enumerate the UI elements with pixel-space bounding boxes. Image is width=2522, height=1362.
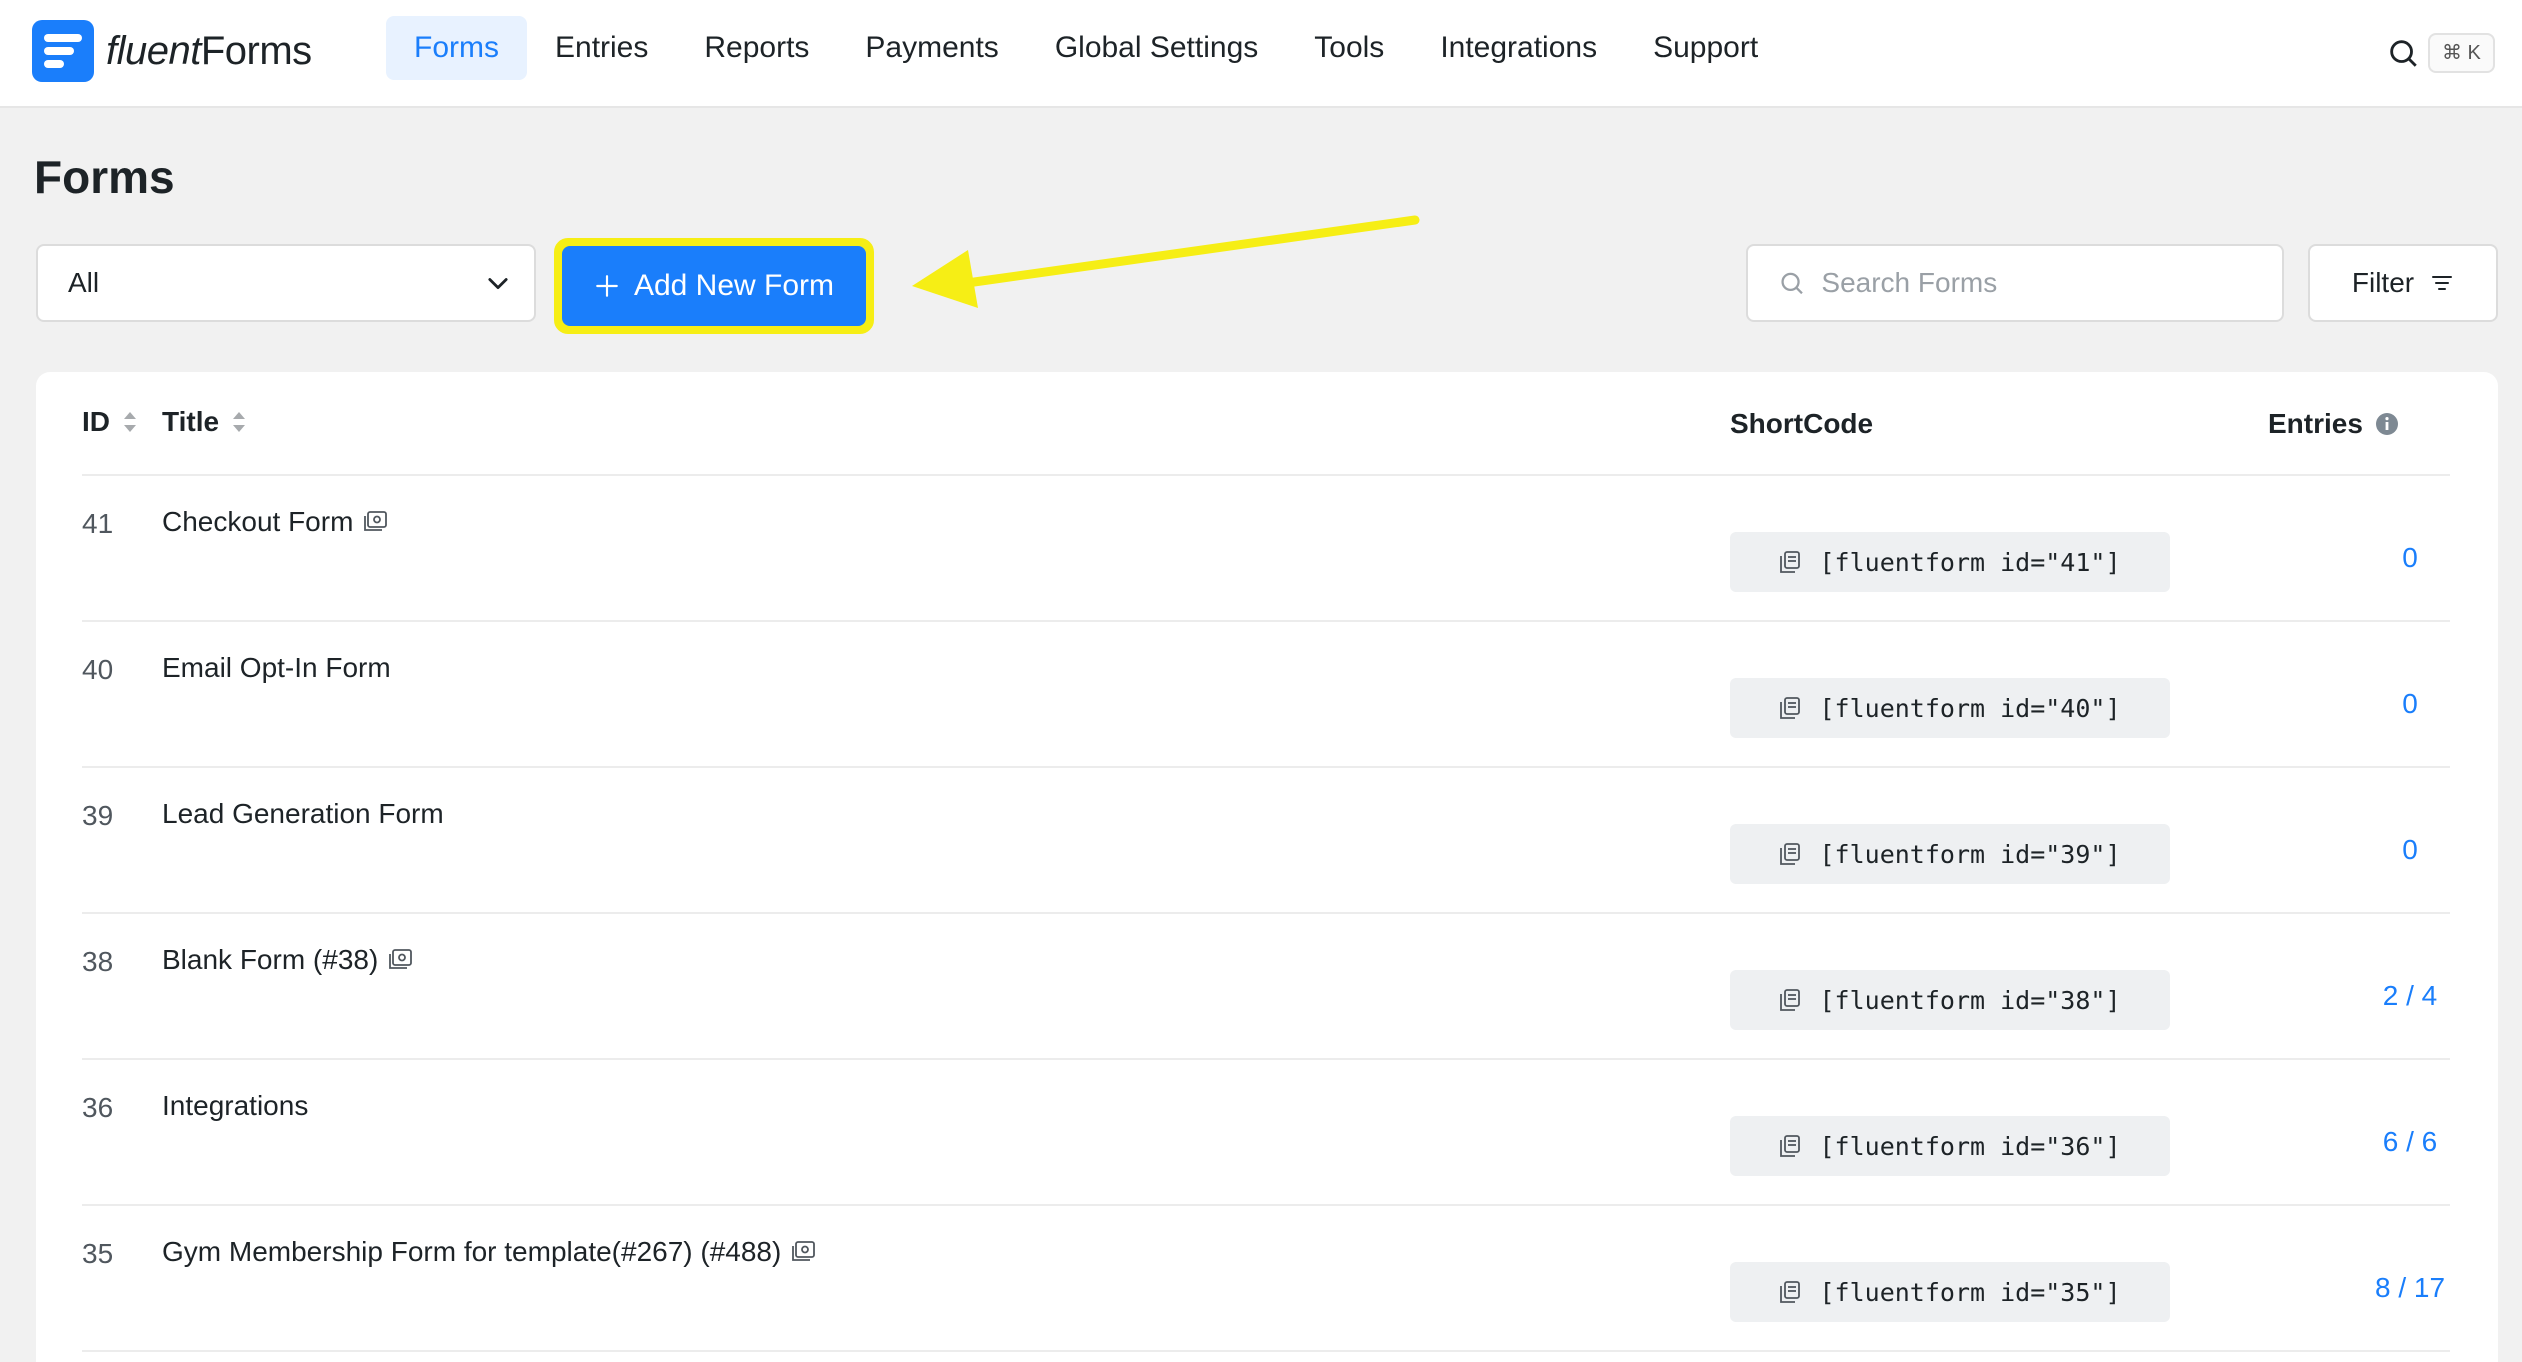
filter-button[interactable]: Filter	[2308, 244, 2498, 322]
form-id: 40	[82, 654, 114, 685]
copy-icon	[1780, 843, 1801, 865]
nav-item-reports[interactable]: Reports	[676, 16, 837, 80]
copy-icon	[1780, 989, 1801, 1011]
copy-shortcode-button[interactable]: [fluentform id="38"]	[1730, 970, 2170, 1030]
nav-item-forms[interactable]: Forms	[386, 16, 527, 80]
nav-item-integrations[interactable]: Integrations	[1412, 16, 1625, 80]
copy-shortcode-button[interactable]: [fluentform id="41"]	[1730, 532, 2170, 592]
form-title-cell[interactable]: Checkout Form	[162, 506, 389, 538]
info-icon[interactable]	[2375, 412, 2399, 436]
form-id: 39	[82, 800, 114, 831]
fluentforms-logo[interactable]: fluentForms	[32, 20, 312, 82]
entries-count-link[interactable]: 0	[2282, 542, 2522, 574]
sort-icon	[233, 412, 246, 432]
filter-label: Filter	[2351, 267, 2415, 298]
entries-count-link[interactable]: 2 / 4	[2282, 980, 2522, 1012]
entries-count-link[interactable]: 6 / 6	[2282, 1126, 2522, 1158]
form-title[interactable]: Email Opt-In Form	[162, 652, 391, 684]
fluentforms-logo-icon	[32, 20, 94, 82]
table-row[interactable]: 36 Integrations [fluentform id="36"] 6 /…	[82, 1060, 2450, 1206]
form-title[interactable]: Blank Form (#38)	[162, 944, 378, 976]
nav-item-payments[interactable]: Payments	[837, 16, 1026, 80]
nav-item-support[interactable]: Support	[1625, 16, 1786, 80]
entries-count-link[interactable]: 0	[2282, 834, 2522, 866]
shortcode-text: [fluentform id="38"]	[1819, 985, 2121, 1015]
table-row[interactable]: 35 Gym Membership Form for template(#267…	[82, 1206, 2450, 1352]
column-header-shortcode: ShortCode	[1730, 408, 1874, 439]
table-row[interactable]: 40 Email Opt-In Form [fluentform id="40"…	[82, 622, 2450, 768]
shortcode-text: [fluentform id="40"]	[1819, 693, 2121, 723]
conversational-form-icon	[389, 949, 413, 969]
conversational-form-icon	[792, 1241, 816, 1261]
logo-text: fluentForms	[106, 28, 312, 73]
column-header-entries: Entries	[2268, 408, 2399, 440]
nav-item-entries[interactable]: Entries	[527, 16, 676, 80]
form-title[interactable]: Checkout Form	[162, 506, 353, 538]
global-search-trigger[interactable]: ⌘ K	[2386, 32, 2495, 74]
shortcode-text: [fluentform id="39"]	[1819, 839, 2121, 869]
search-icon	[2390, 40, 2417, 67]
copy-icon	[1780, 1281, 1801, 1303]
shortcode-text: [fluentform id="36"]	[1819, 1131, 2121, 1161]
nav-item-global-settings[interactable]: Global Settings	[1027, 16, 1286, 80]
table-row[interactable]: 38 Blank Form (#38) [fluentform id="38"]…	[82, 914, 2450, 1060]
page-title: Forms	[34, 151, 175, 203]
form-id: 38	[82, 946, 114, 977]
table-row[interactable]: 39 Lead Generation Form [fluentform id="…	[82, 768, 2450, 914]
form-type-select-value: All	[68, 267, 100, 298]
form-id: 41	[82, 508, 114, 539]
add-new-form-label: Add New Form	[633, 269, 835, 302]
table-header: ID Title ShortCode Entries	[82, 372, 2450, 476]
form-title[interactable]: Lead Generation Form	[162, 798, 444, 830]
forms-table-card: ID Title ShortCode Entries 41 Checkout F…	[36, 372, 2498, 1362]
copy-icon	[1780, 1135, 1801, 1157]
form-id: 35	[82, 1238, 114, 1269]
column-header-id[interactable]: ID	[82, 406, 138, 438]
chevron-down-icon	[488, 278, 508, 290]
form-title-cell[interactable]: Email Opt-In Form	[162, 652, 391, 684]
copy-shortcode-button[interactable]: [fluentform id="36"]	[1730, 1116, 2170, 1176]
form-type-select[interactable]: All	[36, 244, 536, 322]
copy-shortcode-button[interactable]: [fluentform id="39"]	[1730, 824, 2170, 884]
table-row[interactable]: 41 Checkout Form [fluentform id="41"] 0	[82, 476, 2450, 622]
add-new-form-button[interactable]: Add New Form	[562, 246, 866, 326]
form-title-cell[interactable]: Integrations	[162, 1090, 308, 1122]
sort-icon	[124, 412, 136, 432]
shortcode-text: [fluentform id="35"]	[1819, 1277, 2121, 1307]
shortcode-text: [fluentform id="41"]	[1819, 547, 2121, 577]
search-forms-input[interactable]	[1821, 267, 2252, 299]
form-title-cell[interactable]: Gym Membership Form for template(#267) (…	[162, 1236, 817, 1268]
copy-icon	[1780, 697, 1801, 719]
plus-icon	[596, 275, 618, 297]
form-title[interactable]: Integrations	[162, 1090, 308, 1122]
entries-count-link[interactable]: 0	[2282, 688, 2522, 720]
annotation-arrow	[912, 215, 1420, 308]
main-nav: Forms Entries Reports Payments Global Se…	[386, 16, 1786, 80]
search-icon	[1781, 272, 1803, 295]
filter-lines-icon	[2432, 276, 2453, 290]
copy-icon	[1780, 551, 1801, 573]
column-header-title[interactable]: Title	[162, 406, 247, 438]
nav-item-tools[interactable]: Tools	[1286, 16, 1412, 80]
form-id: 36	[82, 1092, 114, 1123]
form-title-cell[interactable]: Lead Generation Form	[162, 798, 444, 830]
search-forms-box[interactable]	[1746, 244, 2284, 322]
copy-shortcode-button[interactable]: [fluentform id="35"]	[1730, 1262, 2170, 1322]
form-title-cell[interactable]: Blank Form (#38)	[162, 944, 414, 976]
form-title[interactable]: Gym Membership Form for template(#267) (…	[162, 1236, 781, 1268]
conversational-form-icon	[364, 511, 388, 531]
entries-count-link[interactable]: 8 / 17	[2282, 1272, 2522, 1304]
copy-shortcode-button[interactable]: [fluentform id="40"]	[1730, 678, 2170, 738]
keyboard-shortcut-badge: ⌘ K	[2428, 33, 2495, 73]
top-navigation-bar: fluentForms Forms Entries Reports Paymen…	[0, 0, 2522, 108]
